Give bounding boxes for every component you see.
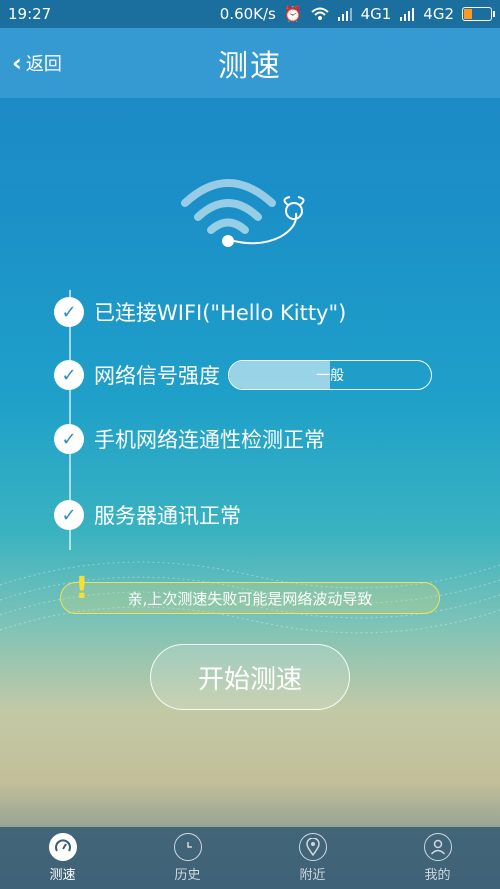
check-icon: ✓ xyxy=(54,297,84,327)
clock-icon xyxy=(173,833,202,861)
signal-strength-bar: 一般 xyxy=(228,360,432,390)
back-label: 返回 xyxy=(25,54,62,75)
check-row-signal: ✓ 网络信号强度 一般 xyxy=(54,360,432,390)
tab-label: 测速 xyxy=(49,868,76,883)
tab-label: 附近 xyxy=(299,868,326,883)
tab-speedtest[interactable]: 测速 xyxy=(23,833,103,883)
wifi-status-icon xyxy=(310,7,329,20)
chevron-left-icon: ‹ xyxy=(12,49,22,77)
check-icon: ✓ xyxy=(54,360,84,390)
user-icon xyxy=(423,833,452,861)
check-text-connectivity: 手机网络连通性检测正常 xyxy=(94,428,325,452)
net2-label: 4G2 xyxy=(423,5,454,23)
tab-mine[interactable]: 我的 xyxy=(398,833,478,883)
notice-banner: ! 亲,上次测速失败可能是网络波动导致 xyxy=(60,571,440,614)
back-button[interactable]: ‹ 返回 xyxy=(12,50,62,76)
status-time: 19:27 xyxy=(8,5,52,23)
start-speedtest-button[interactable]: 开始测速 xyxy=(150,644,350,710)
check-row-connectivity: ✓ 手机网络连通性检测正常 xyxy=(54,424,325,454)
page-title: 测速 xyxy=(218,49,282,84)
check-row-server: ✓ 服务器通讯正常 xyxy=(54,500,241,530)
tab-nearby[interactable]: 附近 xyxy=(273,833,353,883)
check-text-wifi: 已连接WIFI("Hello Kitty") xyxy=(94,301,347,325)
check-icon: ✓ xyxy=(54,500,84,530)
wifi-stethoscope-icon xyxy=(181,179,305,247)
tab-history[interactable]: 历史 xyxy=(148,833,228,883)
net-speed: 0.60K/s xyxy=(219,5,276,23)
tab-label: 历史 xyxy=(174,868,201,883)
signal-icon-2 xyxy=(400,8,415,21)
check-row-wifi: ✓ 已连接WIFI("Hello Kitty") xyxy=(54,297,346,327)
check-icon: ✓ xyxy=(54,424,84,454)
notice-text: 亲,上次测速失败可能是网络波动导致 xyxy=(127,589,373,608)
tab-label: 我的 xyxy=(424,868,451,883)
check-text-signal: 网络信号强度 xyxy=(94,364,220,388)
location-pin-icon xyxy=(298,833,327,861)
bottom-tab-bar: 测速 历史 附近 我的 xyxy=(0,827,500,889)
status-right: 0.60K/s ⏰ 4G1 4G2 xyxy=(219,5,495,23)
status-bar: 19:27 0.60K/s ⏰ 4G1 4G2 xyxy=(0,0,500,28)
warning-icon: ! xyxy=(75,571,89,606)
net1-label: 4G1 xyxy=(360,5,392,23)
alarm-icon: ⏰ xyxy=(283,5,303,23)
header: ‹ 返回 测速 xyxy=(0,28,500,98)
signal-strength-fill xyxy=(229,361,330,389)
speedometer-icon xyxy=(48,833,77,861)
battery-icon xyxy=(462,7,495,21)
check-text-server: 服务器通讯正常 xyxy=(94,504,241,528)
signal-icon-1 xyxy=(337,8,352,21)
signal-strength-label: 一般 xyxy=(316,368,344,384)
